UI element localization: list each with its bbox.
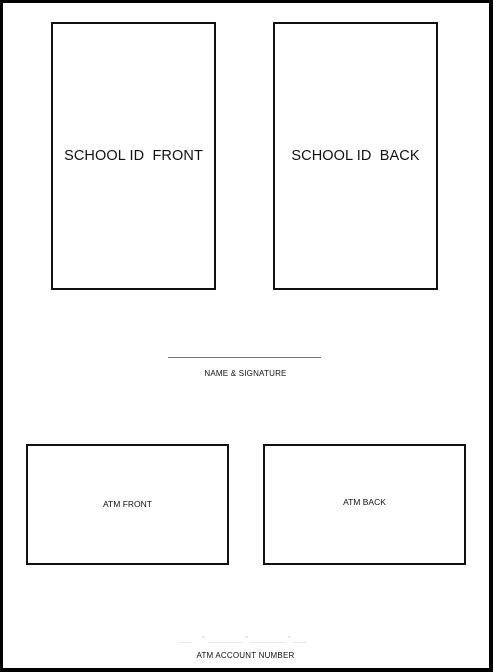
account-number-blank: __ -_____-_____-__ — [178, 630, 308, 643]
document-page: SCHOOL ID FRONT SCHOOL ID BACK NAME & SI… — [3, 3, 489, 668]
signature-line — [168, 357, 321, 358]
school-id-back-label: SCHOOL ID BACK — [291, 148, 420, 164]
atm-front-label: ATM FRONT — [103, 498, 152, 509]
atm-back-box: ATM BACK — [263, 444, 466, 565]
school-id-front-box: SCHOOL ID FRONT — [51, 22, 216, 290]
atm-front-box: ATM FRONT — [26, 444, 229, 565]
name-signature-label: NAME & SIGNATURE — [204, 369, 287, 378]
school-id-front-label: SCHOOL ID FRONT — [64, 148, 203, 164]
atm-account-number-label: ATM ACCOUNT NUMBER — [196, 651, 295, 660]
atm-back-label: ATM BACK — [343, 496, 386, 507]
school-id-back-box: SCHOOL ID BACK — [273, 22, 438, 290]
